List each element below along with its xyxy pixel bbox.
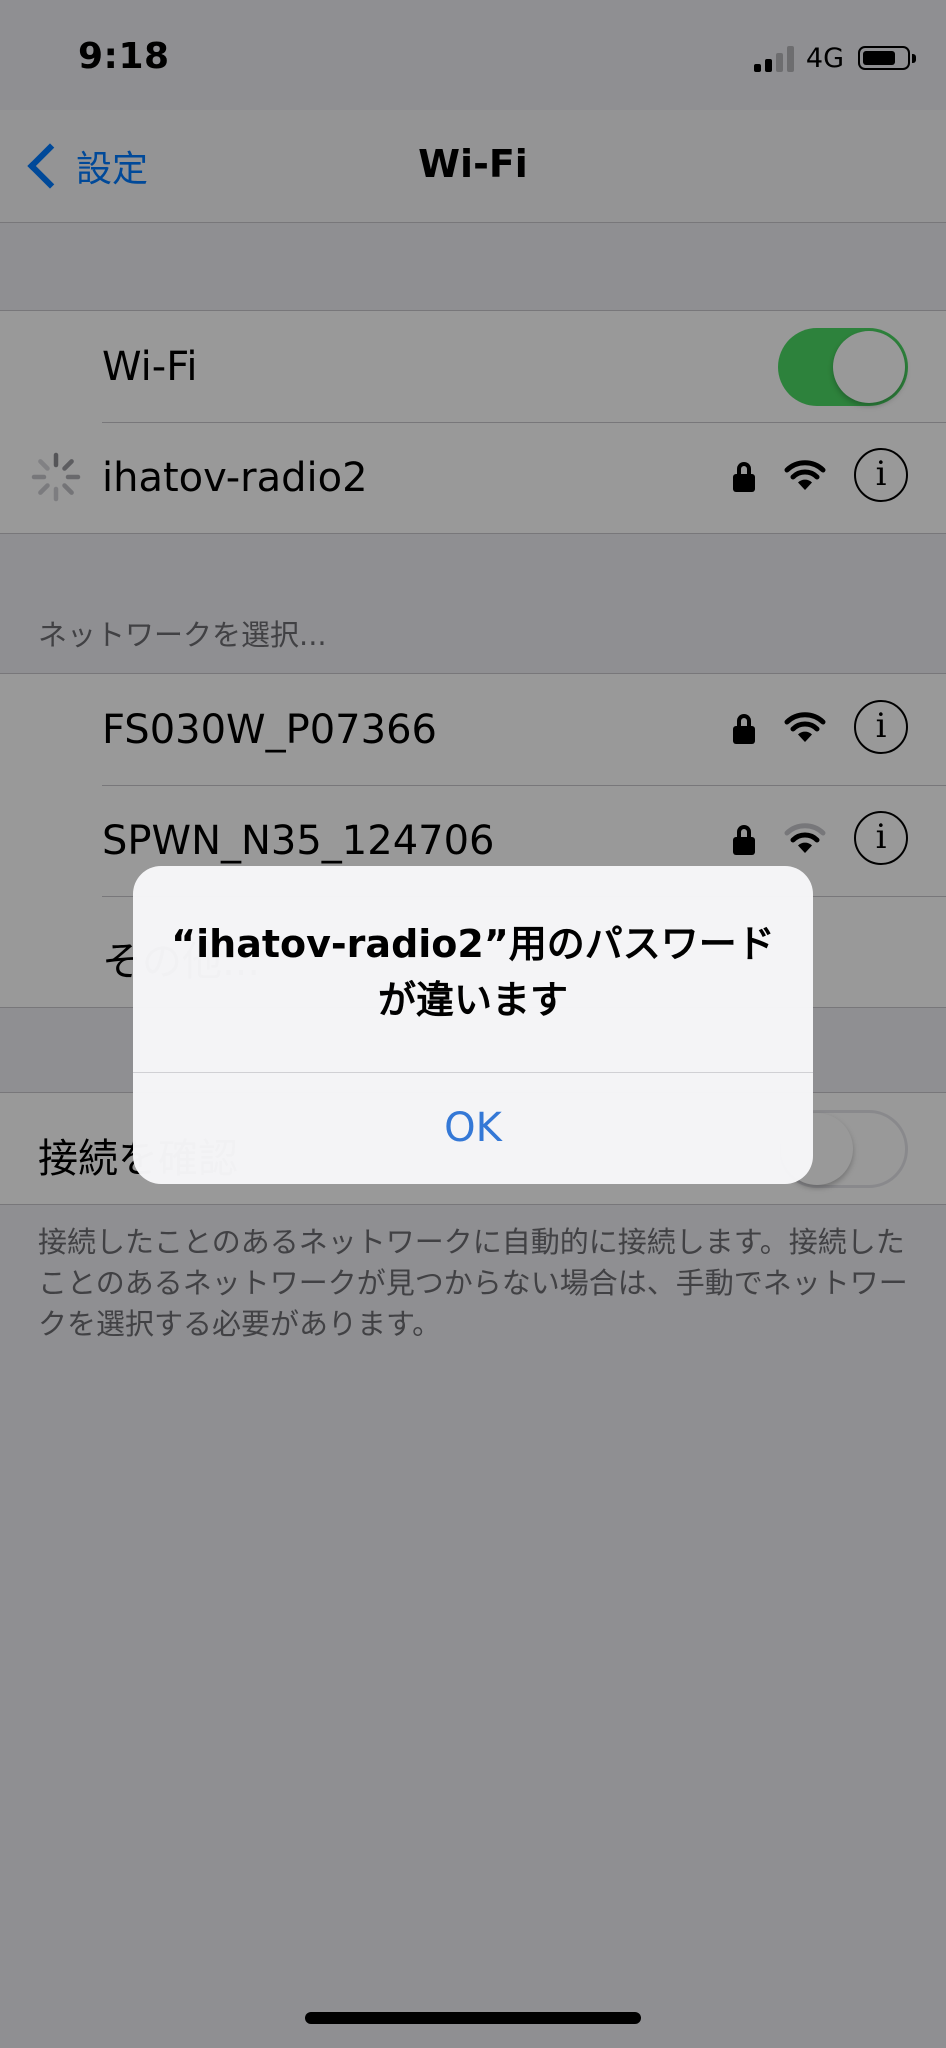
wifi-settings-screen: 9:18 4G 設定 Wi-Fi Wi-Fi ihatov-radio2 i ネ… (0, 0, 946, 2048)
ok-button[interactable]: OK (133, 1073, 813, 1184)
home-indicator[interactable] (305, 2012, 641, 2024)
alert-dialog: “ihatov-radio2”用のパスワードが違います OK (133, 866, 813, 1184)
alert-title: “ihatov-radio2”用のパスワードが違います (171, 922, 775, 1022)
